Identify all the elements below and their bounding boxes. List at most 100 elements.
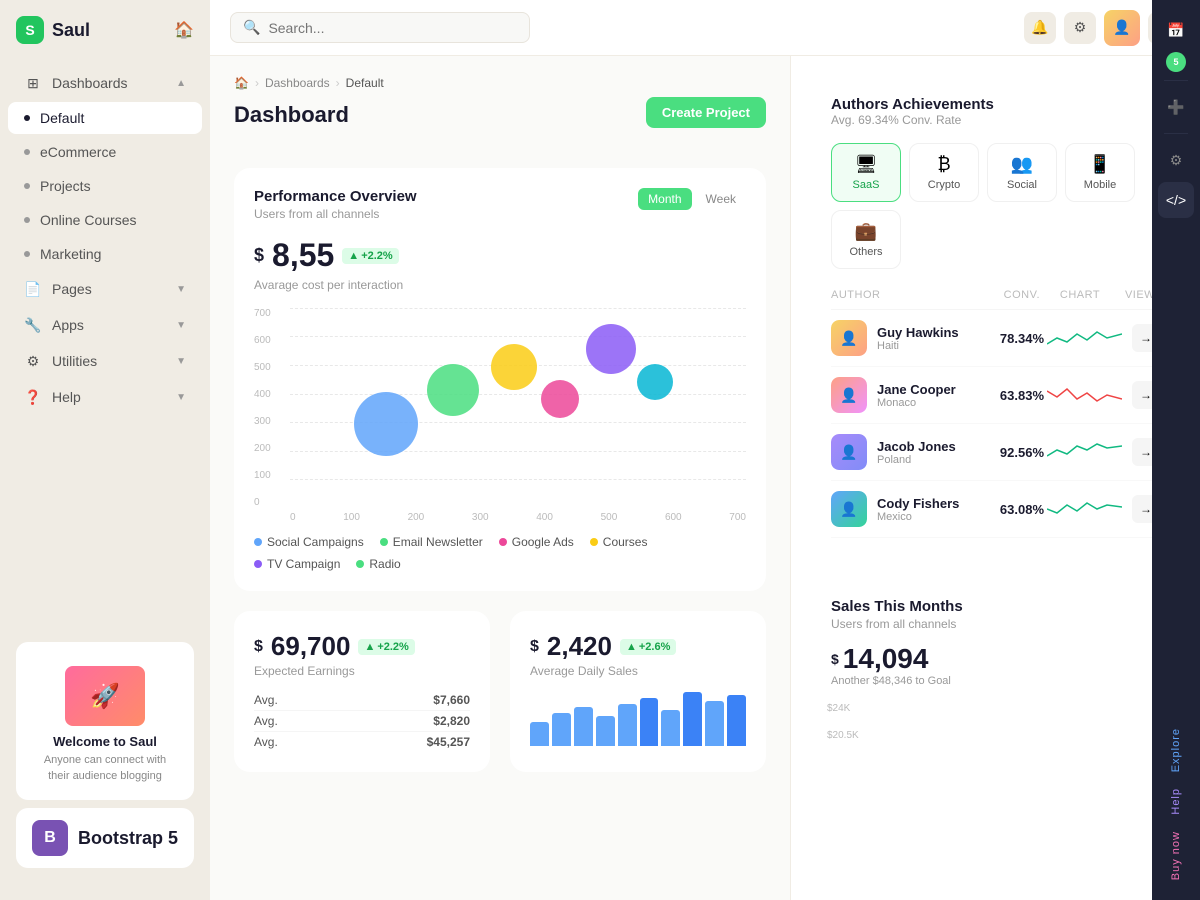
author-info: Jane Cooper Monaco	[877, 382, 974, 409]
earnings-value-row: $ 69,700 ▲ +2.2%	[254, 631, 470, 662]
sidebar-item-dashboards[interactable]: ⊞ Dashboards ▲	[8, 66, 202, 100]
add-button[interactable]: ➕	[1158, 89, 1194, 125]
page-title: Dashboard	[234, 102, 384, 128]
big-num-value: 8,55	[272, 237, 334, 274]
table-header: AUTHOR CONV. CHART VIEW	[831, 285, 1160, 310]
daily-label: Average Daily Sales	[530, 664, 746, 678]
mobile-icon: 📱	[1089, 154, 1111, 175]
search-box[interactable]: 🔍	[230, 12, 530, 43]
col-chart-header: CHART	[1040, 289, 1120, 301]
sidebar-item-ecommerce[interactable]: eCommerce	[8, 136, 202, 168]
stats-val-1: $7,660	[433, 693, 470, 707]
legend-item-email: Email Newsletter	[380, 535, 483, 549]
crypto-icon: ₿	[937, 154, 950, 175]
saas-icon: 🖥	[855, 154, 878, 175]
sidebar-item-apps[interactable]: 🔧 Apps ▼	[8, 308, 202, 342]
notifications-button[interactable]: 🔔	[1024, 12, 1056, 44]
performance-card: Performance Overview Users from all chan…	[234, 168, 766, 591]
earnings-badge: ▲ +2.2%	[358, 639, 414, 655]
sidebar-item-online-courses[interactable]: Online Courses	[8, 204, 202, 236]
search-icon: 🔍	[243, 19, 260, 36]
help-panel-button[interactable]: Help	[1166, 780, 1186, 823]
sales-value: 14,094	[843, 643, 929, 675]
bar	[530, 722, 549, 746]
bar	[661, 710, 680, 746]
h-line	[290, 336, 746, 337]
cat-tab-saas[interactable]: 🖥 SaaS	[831, 143, 901, 202]
code-button[interactable]: </>	[1158, 182, 1194, 218]
breadcrumb-home-icon: 🏠	[234, 76, 249, 90]
dashboards-icon: ⊞	[24, 74, 42, 92]
stats-row: $ 69,700 ▲ +2.2% Expected Earnings Avg. …	[234, 611, 766, 772]
settings-panel-button[interactable]: ⚙	[1158, 142, 1194, 178]
author-location: Monaco	[877, 397, 974, 409]
cat-tab-mobile[interactable]: 📱 Mobile	[1065, 143, 1135, 202]
bar	[552, 713, 571, 746]
x-axis: 0 100 200 300 400 500 600 700	[290, 508, 746, 523]
author-location: Poland	[877, 454, 974, 466]
conv-value: 63.83%	[974, 388, 1044, 403]
author-name: Jane Cooper	[877, 382, 974, 397]
sidebar-item-utilities[interactable]: ⚙ Utilities ▼	[8, 344, 202, 378]
h-line	[290, 308, 746, 309]
bar	[640, 698, 659, 746]
stats-row-3: Avg. $45,257	[254, 732, 470, 752]
breadcrumb: 🏠 › Dashboards › Default	[234, 76, 384, 90]
bar	[618, 704, 637, 746]
cat-tab-crypto[interactable]: ₿ Crypto	[909, 143, 979, 202]
chart-legend: Social Campaigns Email Newsletter Google…	[254, 535, 746, 571]
active-dot	[24, 115, 30, 121]
sidebar-bottom: 🚀 Welcome to Saul Anyone can connect wit…	[0, 626, 210, 884]
sales-value-row: $ 14,094	[831, 643, 1160, 675]
sales-subtitle: Users from all channels	[831, 617, 963, 631]
create-project-button[interactable]: Create Project	[646, 97, 766, 128]
author-avatar: 👤	[831, 491, 867, 527]
sales-header: Sales This Months Users from all channel…	[831, 598, 1160, 631]
sales-currency: $	[831, 651, 839, 667]
legend-dot	[254, 538, 262, 546]
legend-item-google: Google Ads	[499, 535, 574, 549]
welcome-subtitle: Anyone can connect with their audience b…	[32, 753, 178, 784]
author-info: Guy Hawkins Haiti	[877, 325, 974, 352]
sidebar-item-default[interactable]: Default	[8, 102, 202, 134]
legend-dot	[499, 538, 507, 546]
legend-item-radio: Radio	[356, 557, 400, 571]
authors-title: Authors Achievements	[831, 96, 1160, 113]
sidebar-item-pages[interactable]: 📄 Pages ▼	[8, 272, 202, 306]
breadcrumb-dashboards[interactable]: Dashboards	[265, 76, 330, 90]
daily-sales-card: $ 2,420 ▲ +2.6% Average Daily Sales	[510, 611, 766, 772]
conv-value: 92.56%	[974, 445, 1044, 460]
col-conv-header: CONV.	[970, 289, 1040, 301]
apps-icon: 🔧	[24, 316, 42, 334]
dashboard-panel: 🏠 › Dashboards › Default Dashboard Creat…	[210, 56, 790, 900]
author-row-jane: 👤 Jane Cooper Monaco 63.83% →	[831, 367, 1160, 424]
legend-dot	[380, 538, 388, 546]
cat-tab-label: Crypto	[928, 179, 960, 191]
card-title: Performance Overview	[254, 188, 417, 205]
daily-badge: ▲ +2.6%	[620, 639, 676, 655]
topbar: 🔍 🔔 ⚙ 👤 ☰	[210, 0, 1200, 56]
daily-value-row: $ 2,420 ▲ +2.6%	[530, 631, 746, 662]
buy-button[interactable]: Buy now	[1166, 823, 1186, 888]
search-input[interactable]	[268, 20, 517, 36]
breadcrumb-current: Default	[346, 76, 384, 90]
cat-tab-social[interactable]: 👥 Social	[987, 143, 1057, 202]
pages-icon: 📄	[24, 280, 42, 298]
sidebar: S Saul 🏠 ⊞ Dashboards ▲ Default eCommerc…	[0, 0, 210, 900]
tab-week[interactable]: Week	[696, 188, 746, 210]
author-avatar: 👤	[831, 377, 867, 413]
sparkline-chart	[1044, 324, 1124, 352]
bootstrap-badge: B Bootstrap 5	[16, 808, 194, 868]
author-avatar: 👤	[831, 434, 867, 470]
sidebar-item-marketing[interactable]: Marketing	[8, 238, 202, 270]
earnings-label: Expected Earnings	[254, 664, 470, 678]
cat-tab-others[interactable]: 💼 Others	[831, 210, 901, 269]
explore-button[interactable]: Explore	[1166, 720, 1186, 780]
legend-item-courses: Courses	[590, 535, 648, 549]
chevron-icon: ▼	[176, 284, 186, 295]
tab-month[interactable]: Month	[638, 188, 691, 210]
sidebar-item-help[interactable]: ❓ Help ▼	[8, 380, 202, 414]
welcome-card: 🚀 Welcome to Saul Anyone can connect wit…	[16, 642, 194, 800]
sidebar-item-projects[interactable]: Projects	[8, 170, 202, 202]
settings-button[interactable]: ⚙	[1064, 12, 1096, 44]
